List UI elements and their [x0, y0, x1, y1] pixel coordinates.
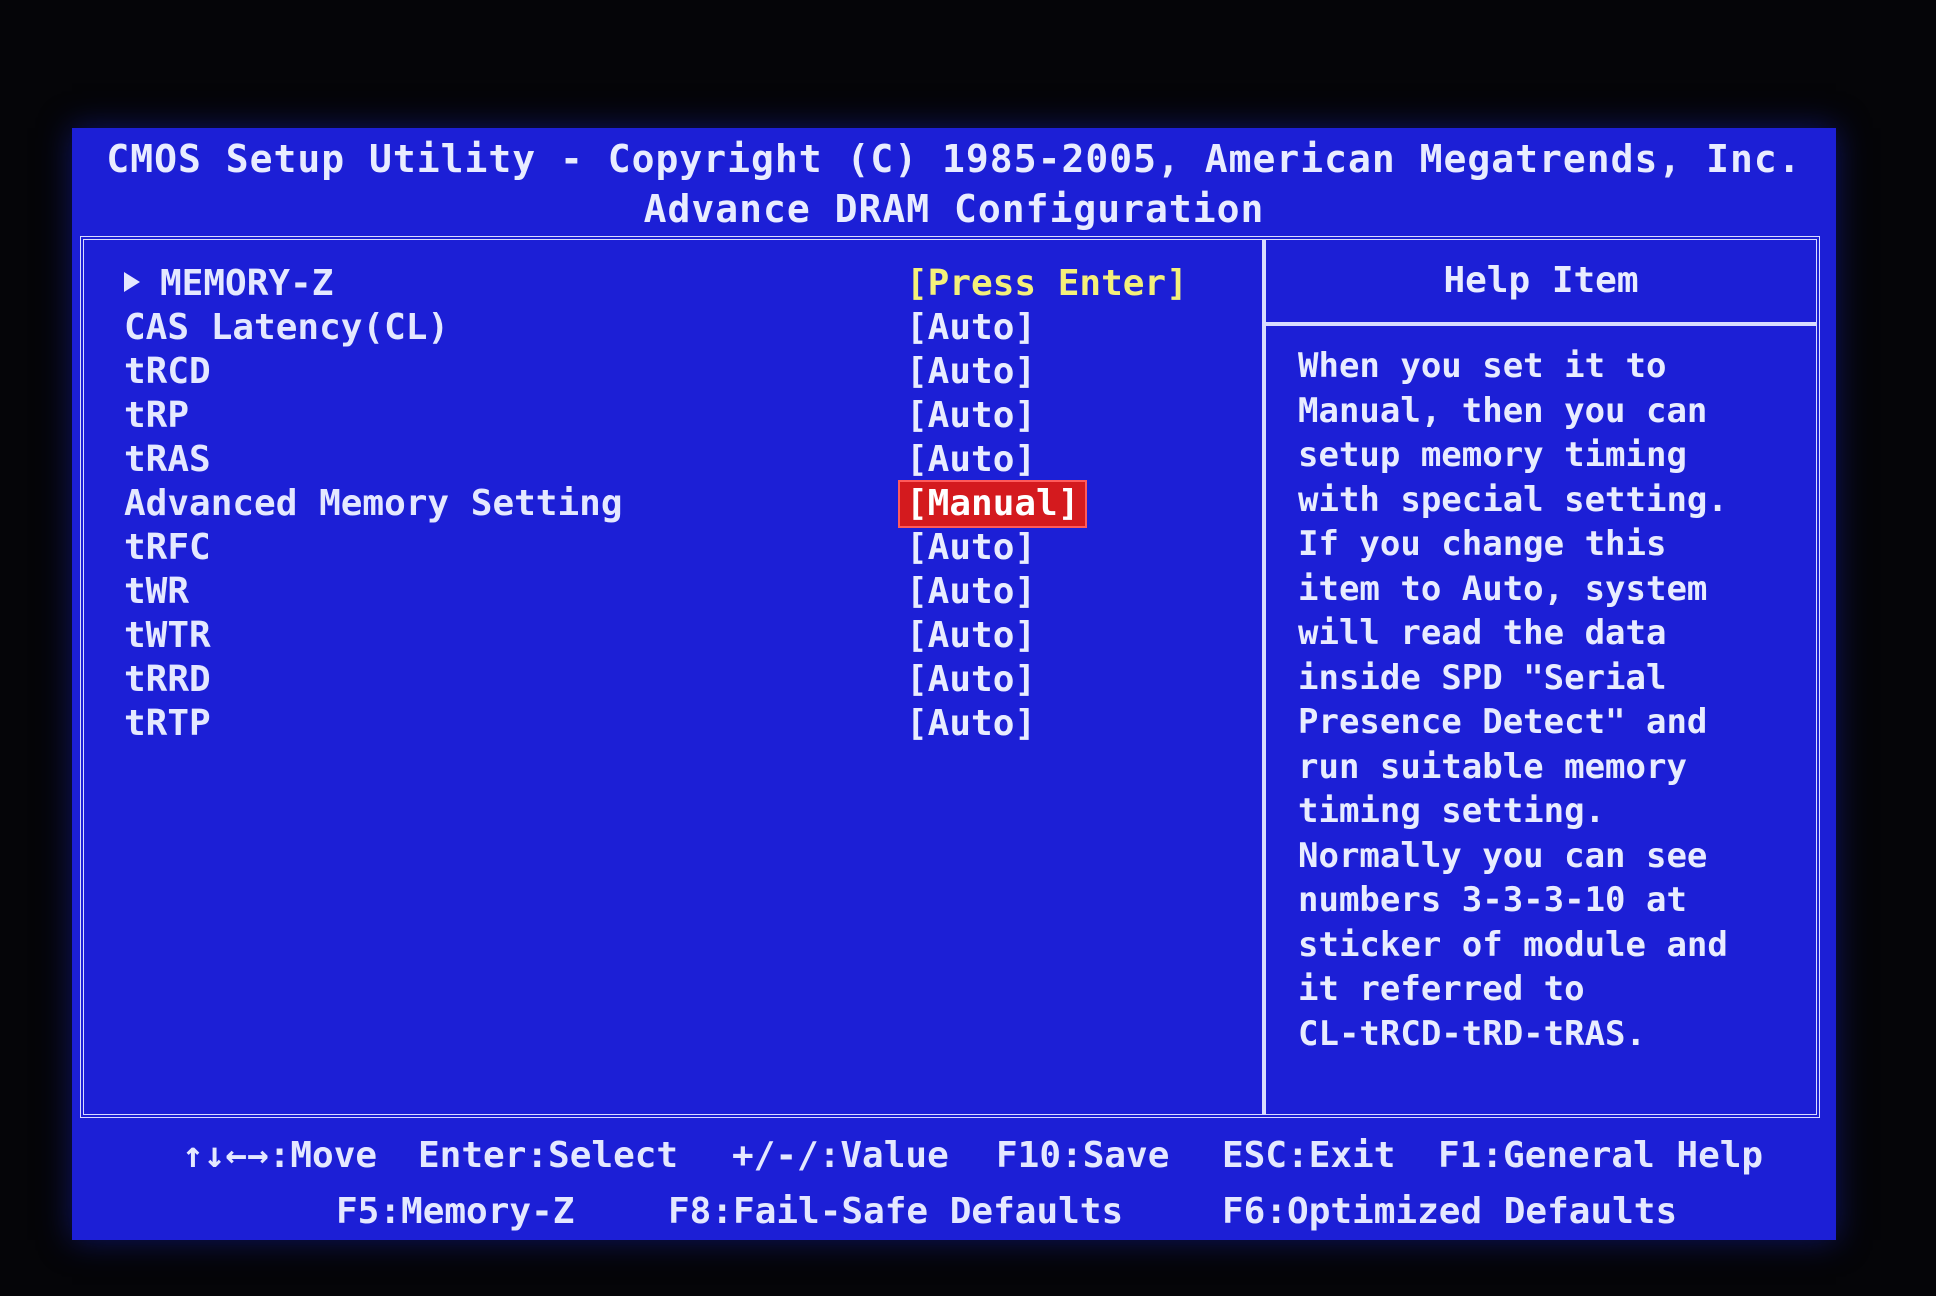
setting-label: MEMORY-Z: [124, 262, 333, 306]
key-general-help: F1:General Help: [1438, 1135, 1764, 1176]
help-line: Manual, then you can: [1298, 390, 1708, 431]
key-legend: ↑↓←→:Move Enter:Select +/-/:Value F10:Sa…: [72, 1124, 1836, 1234]
help-line: inside SPD "Serial: [1298, 657, 1667, 698]
setting-twr[interactable]: tWR [Auto]: [124, 570, 1244, 614]
help-title: Help Item: [1266, 240, 1816, 326]
help-line: When you set it to: [1298, 346, 1667, 386]
setting-cas-latency[interactable]: CAS Latency(CL) [Auto]: [124, 306, 1244, 350]
setting-tras[interactable]: tRAS [Auto]: [124, 438, 1244, 482]
help-line: timing setting.: [1298, 791, 1606, 831]
setting-trtp[interactable]: tRTP [Auto]: [124, 702, 1244, 746]
help-line: with special setting.: [1298, 479, 1728, 520]
setting-label: tRFC: [124, 527, 211, 568]
help-text: When you set it to Manual, then you can …: [1266, 326, 1816, 1056]
setting-trcd[interactable]: tRCD [Auto]: [124, 350, 1244, 394]
bios-screen: CMOS Setup Utility - Copyright (C) 1985-…: [72, 128, 1836, 1240]
page-title: Advance DRAM Configuration: [643, 187, 1265, 231]
setting-value[interactable]: [Auto]: [900, 614, 1042, 658]
help-line: setup memory timing: [1298, 435, 1687, 475]
key-exit: ESC:Exit: [1222, 1135, 1396, 1176]
key-legend-row-1: ↑↓←→:Move Enter:Select +/-/:Value F10:Sa…: [72, 1132, 1836, 1180]
help-line: it referred to: [1298, 969, 1585, 1009]
help-line: If you change this: [1298, 524, 1667, 564]
setting-twtr[interactable]: tWTR [Auto]: [124, 614, 1244, 658]
key-select: Enter:Select: [418, 1135, 679, 1176]
key-memory-z: F5:Memory-Z: [336, 1191, 575, 1232]
help-line: run suitable memory: [1298, 746, 1687, 787]
utility-title: CMOS Setup Utility - Copyright (C) 1985-…: [106, 137, 1802, 181]
settings-list: MEMORY-Z [Press Enter] CAS Latency(CL) […: [124, 262, 1244, 746]
key-value: +/-/:Value: [732, 1135, 949, 1176]
setting-advanced-memory[interactable]: Advanced Memory Setting [Manual]: [124, 480, 1244, 528]
setting-label: CAS Latency(CL): [124, 307, 450, 348]
help-line: CL-tRCD-tRD-tRAS.: [1298, 1013, 1646, 1054]
help-line: item to Auto, system: [1298, 568, 1708, 609]
help-line: will read the data: [1298, 613, 1667, 653]
help-line: Normally you can see: [1298, 835, 1708, 876]
setting-value[interactable]: [Auto]: [900, 658, 1042, 702]
setting-trp[interactable]: tRP [Auto]: [124, 394, 1244, 438]
help-panel: Help Item When you set it to Manual, the…: [1266, 240, 1816, 1114]
key-failsafe-defaults: F8:Fail-Safe Defaults: [668, 1191, 1124, 1232]
key-move: ↑↓←→:Move: [182, 1135, 378, 1176]
setting-label: tRTP: [124, 703, 211, 744]
setting-label: tRP: [124, 395, 190, 436]
setting-value[interactable]: [Auto]: [900, 350, 1042, 394]
setting-value[interactable]: [Auto]: [900, 394, 1042, 438]
setting-trfc[interactable]: tRFC [Auto]: [124, 526, 1244, 570]
title-bar: CMOS Setup Utility - Copyright (C) 1985-…: [72, 128, 1836, 236]
key-optimized-defaults: F6:Optimized Defaults: [1222, 1191, 1678, 1232]
help-line: sticker of module and: [1298, 924, 1728, 965]
setting-value[interactable]: [Auto]: [900, 570, 1042, 614]
setting-value-press-enter[interactable]: [Press Enter]: [900, 262, 1194, 306]
setting-memory-z[interactable]: MEMORY-Z [Press Enter]: [124, 262, 1244, 306]
setting-label: Advanced Memory Setting: [124, 483, 623, 524]
setting-value[interactable]: [Auto]: [900, 526, 1042, 570]
help-line: Presence Detect" and: [1298, 702, 1708, 742]
setting-value[interactable]: [Auto]: [900, 702, 1042, 746]
submenu-arrow-icon: [124, 272, 140, 292]
setting-trrd[interactable]: tRRD [Auto]: [124, 658, 1244, 702]
help-line: numbers 3-3-3-10 at: [1298, 880, 1687, 920]
setting-label: tWTR: [124, 615, 211, 656]
key-legend-row-2: F5:Memory-Z F8:Fail-Safe Defaults F6:Opt…: [72, 1188, 1836, 1236]
setting-label: tRAS: [124, 439, 211, 480]
setting-label: tRCD: [124, 351, 211, 392]
main-frame: MEMORY-Z [Press Enter] CAS Latency(CL) […: [80, 236, 1820, 1118]
setting-value[interactable]: [Auto]: [900, 306, 1042, 350]
setting-value[interactable]: [Auto]: [900, 438, 1042, 482]
setting-label: tRRD: [124, 659, 211, 700]
setting-value-selected[interactable]: [Manual]: [897, 480, 1088, 528]
key-save: F10:Save: [996, 1135, 1170, 1176]
setting-label: tWR: [124, 571, 190, 612]
